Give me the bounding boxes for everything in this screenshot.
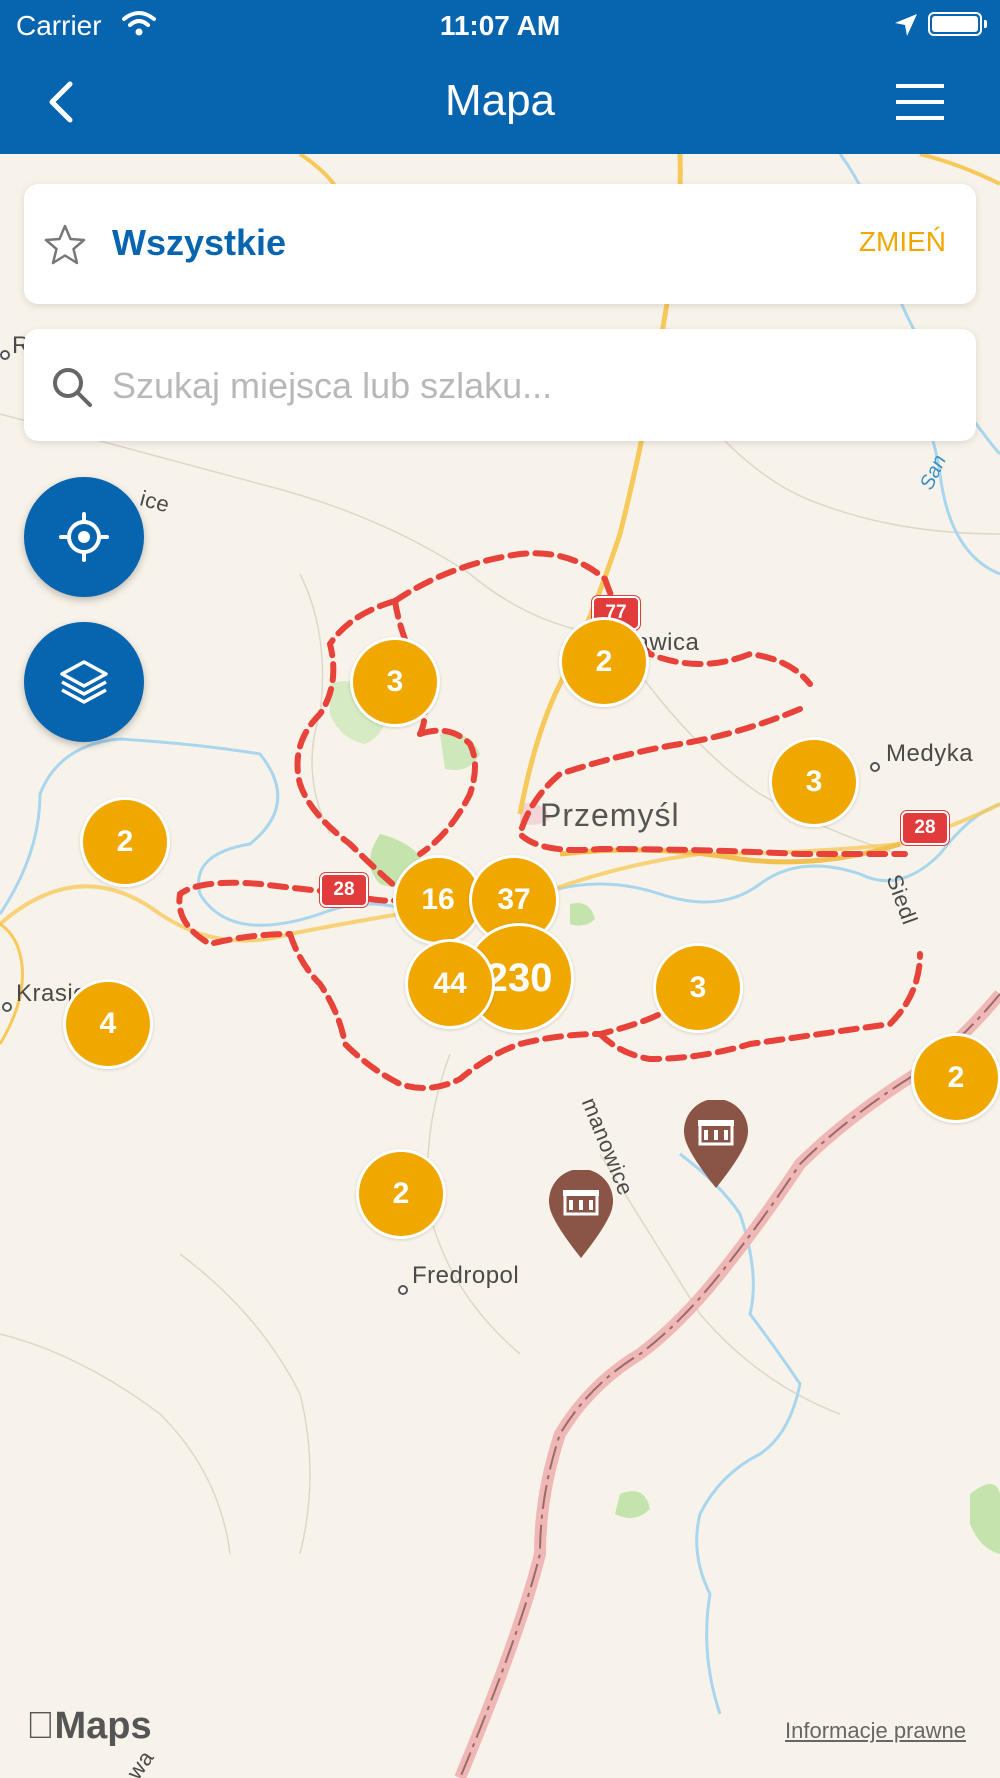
cluster-marker[interactable]: 2 — [80, 797, 170, 887]
battery-icon — [928, 12, 982, 36]
nav-bar: Mapa — [0, 50, 1000, 154]
search-input[interactable] — [110, 357, 934, 415]
layers-icon — [60, 660, 108, 704]
maps-logo-text: Maps — [26, 1705, 152, 1747]
status-bar: Carrier 11:07 AM — [0, 0, 1000, 50]
legal-link[interactable]: Informacje prawne — [785, 1718, 966, 1744]
battery-cap — [984, 20, 987, 28]
hamburger-icon — [896, 84, 944, 120]
cluster-marker[interactable]: 3 — [350, 637, 440, 727]
place-dot-krasiczyn — [2, 1002, 12, 1012]
filter-label: Wszystkie — [112, 222, 287, 263]
cluster-marker[interactable]: 2 — [911, 1033, 1000, 1123]
road-badge-28-west: 28 — [320, 873, 368, 907]
maps-logo: Maps — [26, 1705, 152, 1748]
place-dot-r — [0, 350, 10, 360]
my-location-button[interactable] — [24, 477, 144, 597]
museum-pin-icon[interactable] — [545, 1170, 617, 1260]
cluster-marker[interactable]: 3 — [653, 943, 743, 1033]
location-arrow-icon — [893, 12, 919, 43]
page-title: Mapa — [444, 76, 556, 125]
star-icon — [42, 222, 88, 273]
place-label-przemysl[interactable]: Przemyśl — [540, 797, 680, 834]
category-filter-card[interactable]: Wszystkie ZMIEŃ — [24, 184, 976, 304]
museum-pin-icon[interactable] — [680, 1100, 752, 1190]
cluster-marker[interactable]: 3 — [769, 737, 859, 827]
road-badge-28-east: 28 — [901, 811, 949, 845]
crosshair-icon — [59, 512, 109, 562]
place-dot-fredropol — [398, 1285, 408, 1295]
change-filter-button[interactable]: ZMIEŃ — [859, 226, 946, 258]
cluster-marker[interactable]: 2 — [559, 617, 649, 707]
layers-button[interactable] — [24, 622, 144, 742]
menu-button[interactable] — [890, 80, 950, 124]
place-label-medyka[interactable]: Medyka — [886, 740, 973, 768]
cluster-marker[interactable]: 2 — [356, 1149, 446, 1239]
place-dot-medyka — [870, 762, 880, 772]
clock: 11:07 AM — [439, 10, 561, 41]
search-card — [24, 329, 976, 441]
apple-logo-icon:  — [26, 1705, 55, 1747]
search-icon — [50, 365, 94, 414]
cluster-marker[interactable]: 44 — [405, 939, 495, 1029]
place-label-fredropol[interactable]: Fredropol — [412, 1262, 519, 1290]
cluster-marker[interactable]: 4 — [63, 979, 153, 1069]
